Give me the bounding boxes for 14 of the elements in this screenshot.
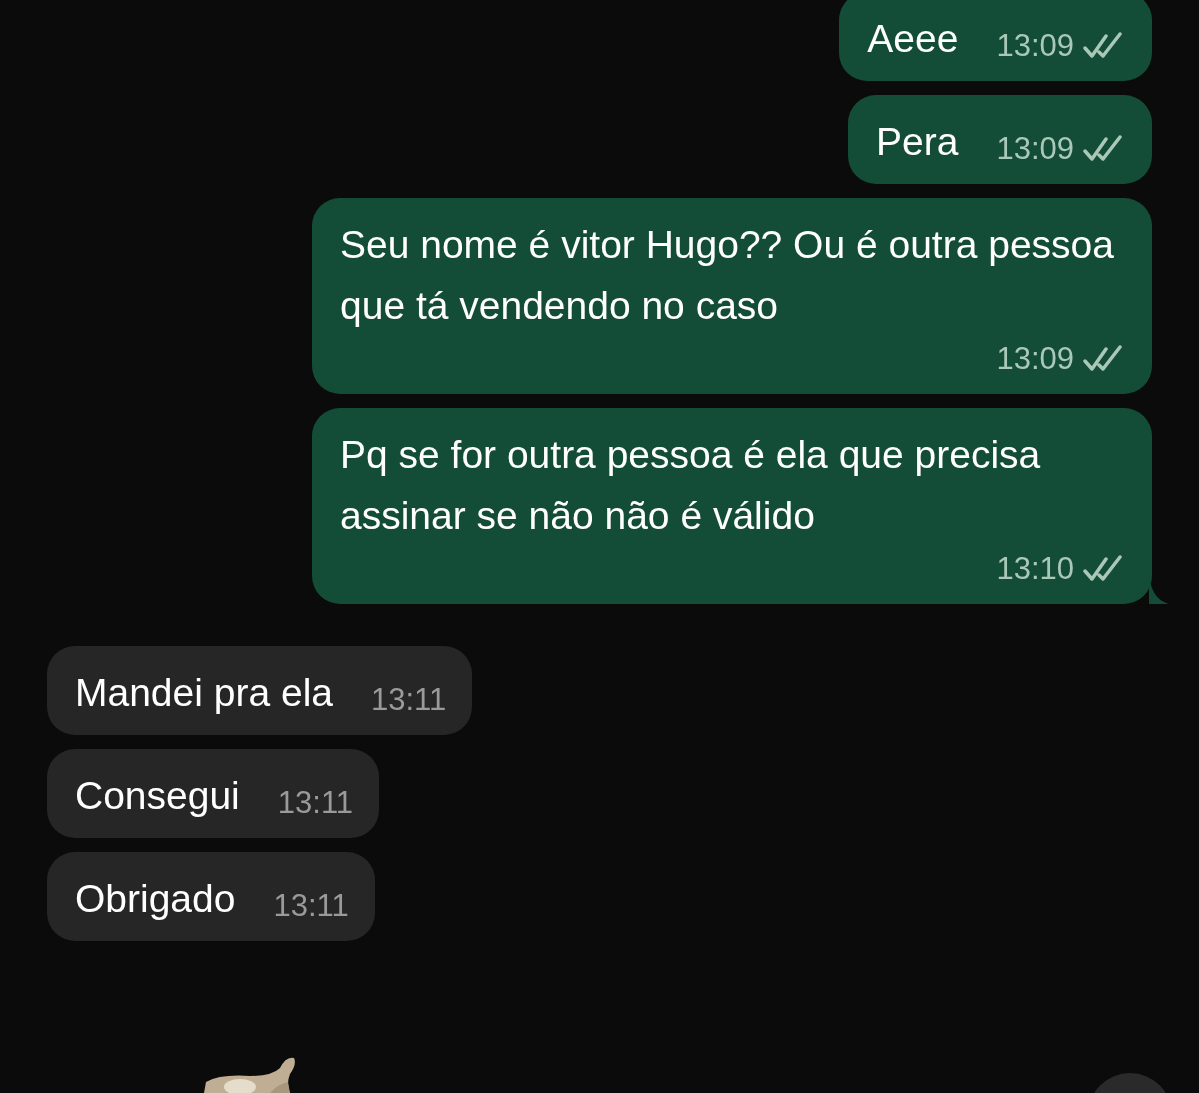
message-text: Aeee [867, 16, 959, 62]
message-time: 13:09 [996, 130, 1074, 168]
message-text: Obrigado [75, 876, 236, 922]
message-text: Consegui [75, 773, 240, 819]
message-time: 13:11 [273, 887, 349, 925]
message-text: Mandei pra ela [75, 670, 333, 716]
message-text: Pera [876, 119, 959, 165]
message-text: Seu nome é vitor Hugo?? Ou é outra pessoa que tá vendendo no caso [340, 222, 1115, 329]
message-time: 13:09 [996, 340, 1074, 378]
message-time: 13:11 [277, 784, 354, 822]
message-time: 13:09 [996, 27, 1074, 65]
message-text: Pq se for outra pessoa é ela que precisa assinar se não não é válido [340, 432, 1042, 539]
message-time: 13:10 [996, 550, 1074, 588]
message-time: 13:11 [371, 681, 447, 719]
